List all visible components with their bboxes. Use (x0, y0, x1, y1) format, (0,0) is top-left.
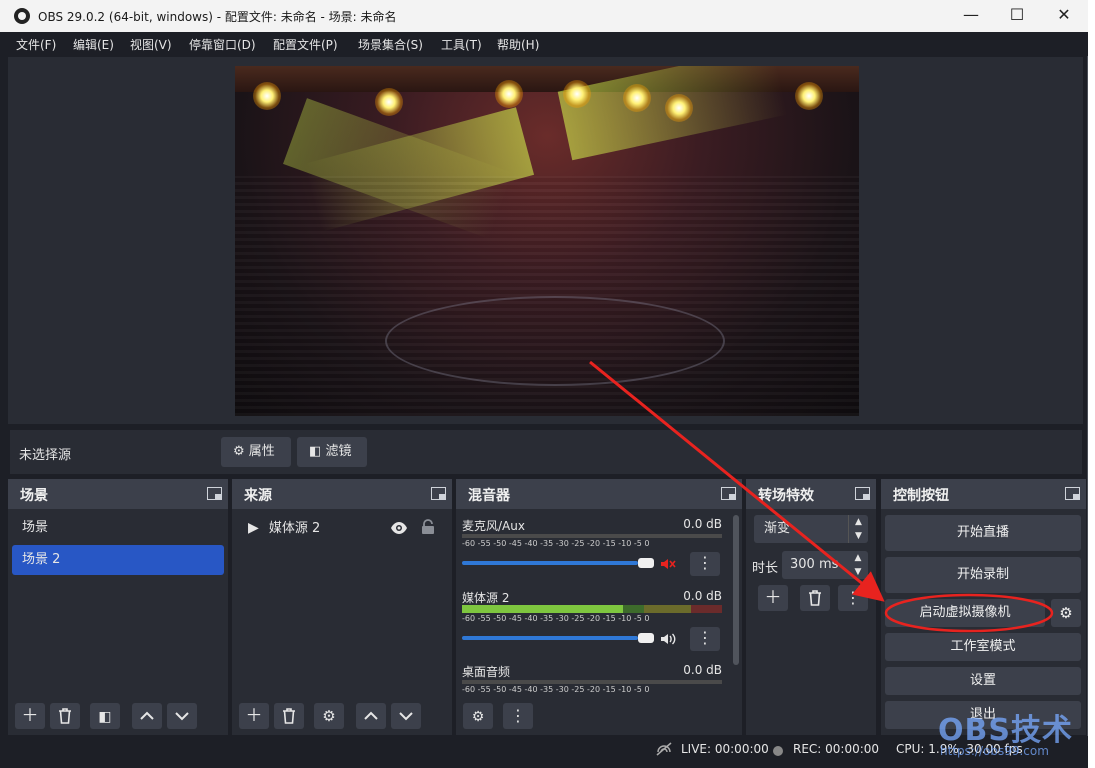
annotation-ellipse (884, 593, 1054, 633)
annotation-arrow (589, 360, 885, 602)
watermark-url: https://obs99.com (940, 744, 1049, 758)
watermark-brand: OBS技术 (938, 713, 1073, 748)
annotation-overlay (589, 360, 1054, 633)
